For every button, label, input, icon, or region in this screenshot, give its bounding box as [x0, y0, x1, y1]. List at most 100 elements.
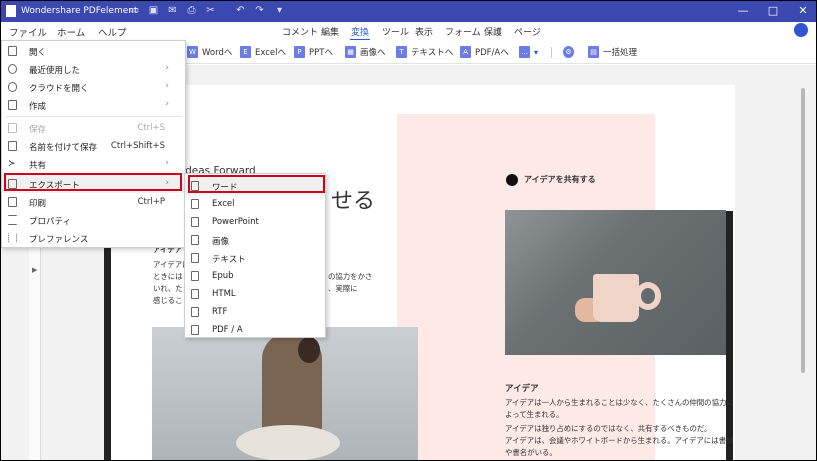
word-icon: W: [187, 46, 198, 58]
to-excel-button[interactable]: E Excelへ: [240, 45, 286, 59]
folder-icon[interactable]: ▭: [129, 5, 140, 16]
export-rtf[interactable]: RTF: [185, 303, 325, 321]
save-as-icon: [8, 141, 17, 151]
minimize-icon[interactable]: —: [735, 3, 751, 19]
tab-page[interactable]: ページ: [514, 25, 541, 38]
expand-sidebar-icon[interactable]: ▶: [32, 266, 37, 274]
more-formats-icon: …: [519, 46, 530, 58]
pottery-photo: [152, 327, 418, 460]
export-text[interactable]: テキスト: [185, 249, 325, 267]
tab-comment[interactable]: コメント: [282, 25, 318, 38]
excel-file-icon: [191, 199, 199, 209]
html-file-icon: [191, 289, 199, 299]
share-heading: アイデアを共有する: [524, 175, 596, 184]
title-bar: Wondershare PDFelement ▭ ▣ ✉ ⎙ ✂ ↶ ↷ ▾ —…: [1, 1, 816, 22]
to-pdfa-button[interactable]: A PDF/Aへ: [460, 45, 509, 59]
share-icon: [506, 174, 518, 186]
mug-handle-shape: [635, 282, 661, 310]
to-text-button[interactable]: T テキストへ: [396, 45, 453, 59]
menu-item-open-cloud[interactable]: クラウドを開く ›: [2, 78, 185, 96]
rtf-file-icon: [191, 307, 199, 317]
menu-item-save-as[interactable]: 名前を付けて保存 Ctrl+Shift+S: [2, 137, 185, 155]
chevron-right-icon: ›: [165, 81, 169, 91]
epub-file-icon: [191, 271, 199, 281]
left-body-line-2: ときには: [153, 272, 183, 281]
menu-item-print[interactable]: 印刷 Ctrl+P: [2, 193, 185, 211]
batch-icon: ▤: [588, 46, 599, 58]
tab-protect[interactable]: 保護: [484, 25, 502, 38]
word-highlight: [188, 175, 325, 193]
toolbar-divider: [551, 47, 552, 58]
chevron-down-icon: ▾: [534, 47, 539, 57]
mug-shape: [593, 274, 639, 322]
pdfa-file-icon: [191, 325, 199, 335]
menu-file[interactable]: ファイル: [9, 25, 47, 39]
excel-icon: E: [240, 46, 251, 58]
export-pdfa[interactable]: PDF / A: [185, 321, 325, 339]
undo-icon[interactable]: ↶: [235, 5, 246, 16]
mug-photo: [505, 210, 726, 355]
big-heading: せる: [331, 189, 376, 214]
pdfa-icon: A: [460, 46, 471, 58]
more-formats-button[interactable]: … ▾: [519, 45, 538, 59]
close-icon[interactable]: ✕: [795, 3, 811, 19]
print-icon[interactable]: ⎙: [186, 5, 197, 16]
tab-tools[interactable]: ツール: [382, 25, 409, 38]
export-image[interactable]: 画像: [185, 231, 325, 249]
chevron-right-icon: ›: [165, 158, 169, 168]
dark-side-bar-right: [726, 211, 733, 460]
menu-item-share[interactable]: ≻ 共有 ›: [2, 155, 185, 173]
export-excel[interactable]: Excel: [185, 195, 325, 213]
dropdown-icon[interactable]: ▾: [274, 5, 285, 16]
redo-icon[interactable]: ↷: [254, 5, 265, 16]
to-image-button[interactable]: ▦ 画像へ: [345, 45, 386, 59]
save-icon[interactable]: ▣: [148, 5, 159, 16]
menu-home[interactable]: ホーム: [57, 25, 85, 39]
menu-item-preferences[interactable]: プレファレンス: [2, 229, 185, 247]
app-logo-icon: [6, 5, 16, 17]
image-icon: ▦: [345, 46, 356, 58]
right-section-title: アイデア: [505, 384, 539, 394]
properties-icon: [8, 215, 17, 225]
preferences-icon: [8, 233, 17, 243]
text-icon: T: [396, 46, 407, 58]
app-title: Wondershare PDFelement: [21, 6, 138, 16]
vertical-scrollbar[interactable]: [798, 85, 808, 460]
image-file-icon: [191, 235, 199, 245]
right-body-line-4: アイデアは、会議やホワイトボードから生まれる。アイデアには書類: [505, 436, 734, 445]
mail-icon[interactable]: ✉: [167, 5, 178, 16]
ppt-file-icon: [191, 217, 199, 227]
menu-help[interactable]: ヘルプ: [98, 25, 127, 39]
menu-item-recent[interactable]: 最近使用した ›: [2, 60, 185, 78]
left-body-right-1: の協力をかさ: [328, 272, 373, 281]
open-icon: [8, 46, 17, 56]
export-html[interactable]: HTML: [185, 285, 325, 303]
batch-process-button[interactable]: ▤ 一括処理: [588, 45, 637, 59]
menu-separator: [6, 116, 182, 117]
scrollbar-thumb[interactable]: [801, 88, 805, 373]
export-powerpoint[interactable]: PowerPoint: [185, 213, 325, 231]
tab-convert[interactable]: 変換: [349, 25, 371, 41]
menu-item-properties[interactable]: プロパティ: [2, 211, 185, 229]
user-avatar-icon[interactable]: [794, 23, 808, 37]
clock-icon: [8, 64, 17, 74]
create-icon: [8, 100, 17, 110]
to-ppt-button[interactable]: P PPTへ: [294, 45, 333, 59]
right-body-line-1: アイデアは一人から生まれることは少なく、たくさんの仲間の協力に: [505, 398, 734, 407]
export-submenu: ワード Excel PowerPoint 画像 テキスト Epub HTML R…: [184, 173, 326, 338]
export-epub[interactable]: Epub: [185, 267, 325, 285]
tab-edit[interactable]: 編集: [321, 25, 339, 38]
gear-icon: ⚙: [563, 46, 574, 58]
chevron-right-icon: ›: [165, 99, 169, 109]
menu-item-create[interactable]: 作成 ›: [2, 96, 185, 114]
tab-form[interactable]: フォーム: [445, 25, 481, 38]
menu-item-open[interactable]: 開く: [2, 42, 185, 60]
maximize-icon[interactable]: □: [765, 3, 781, 19]
to-word-button[interactable]: W Wordへ: [187, 45, 232, 59]
tab-view[interactable]: 表示: [415, 25, 433, 38]
scissors-icon[interactable]: ✂: [205, 5, 216, 16]
menu-item-save[interactable]: 保存 Ctrl+S: [2, 119, 185, 137]
dark-side-bar-left: [104, 211, 111, 460]
settings-button[interactable]: ⚙: [563, 45, 578, 59]
right-body-line-2: よって生まれる。: [505, 410, 564, 419]
